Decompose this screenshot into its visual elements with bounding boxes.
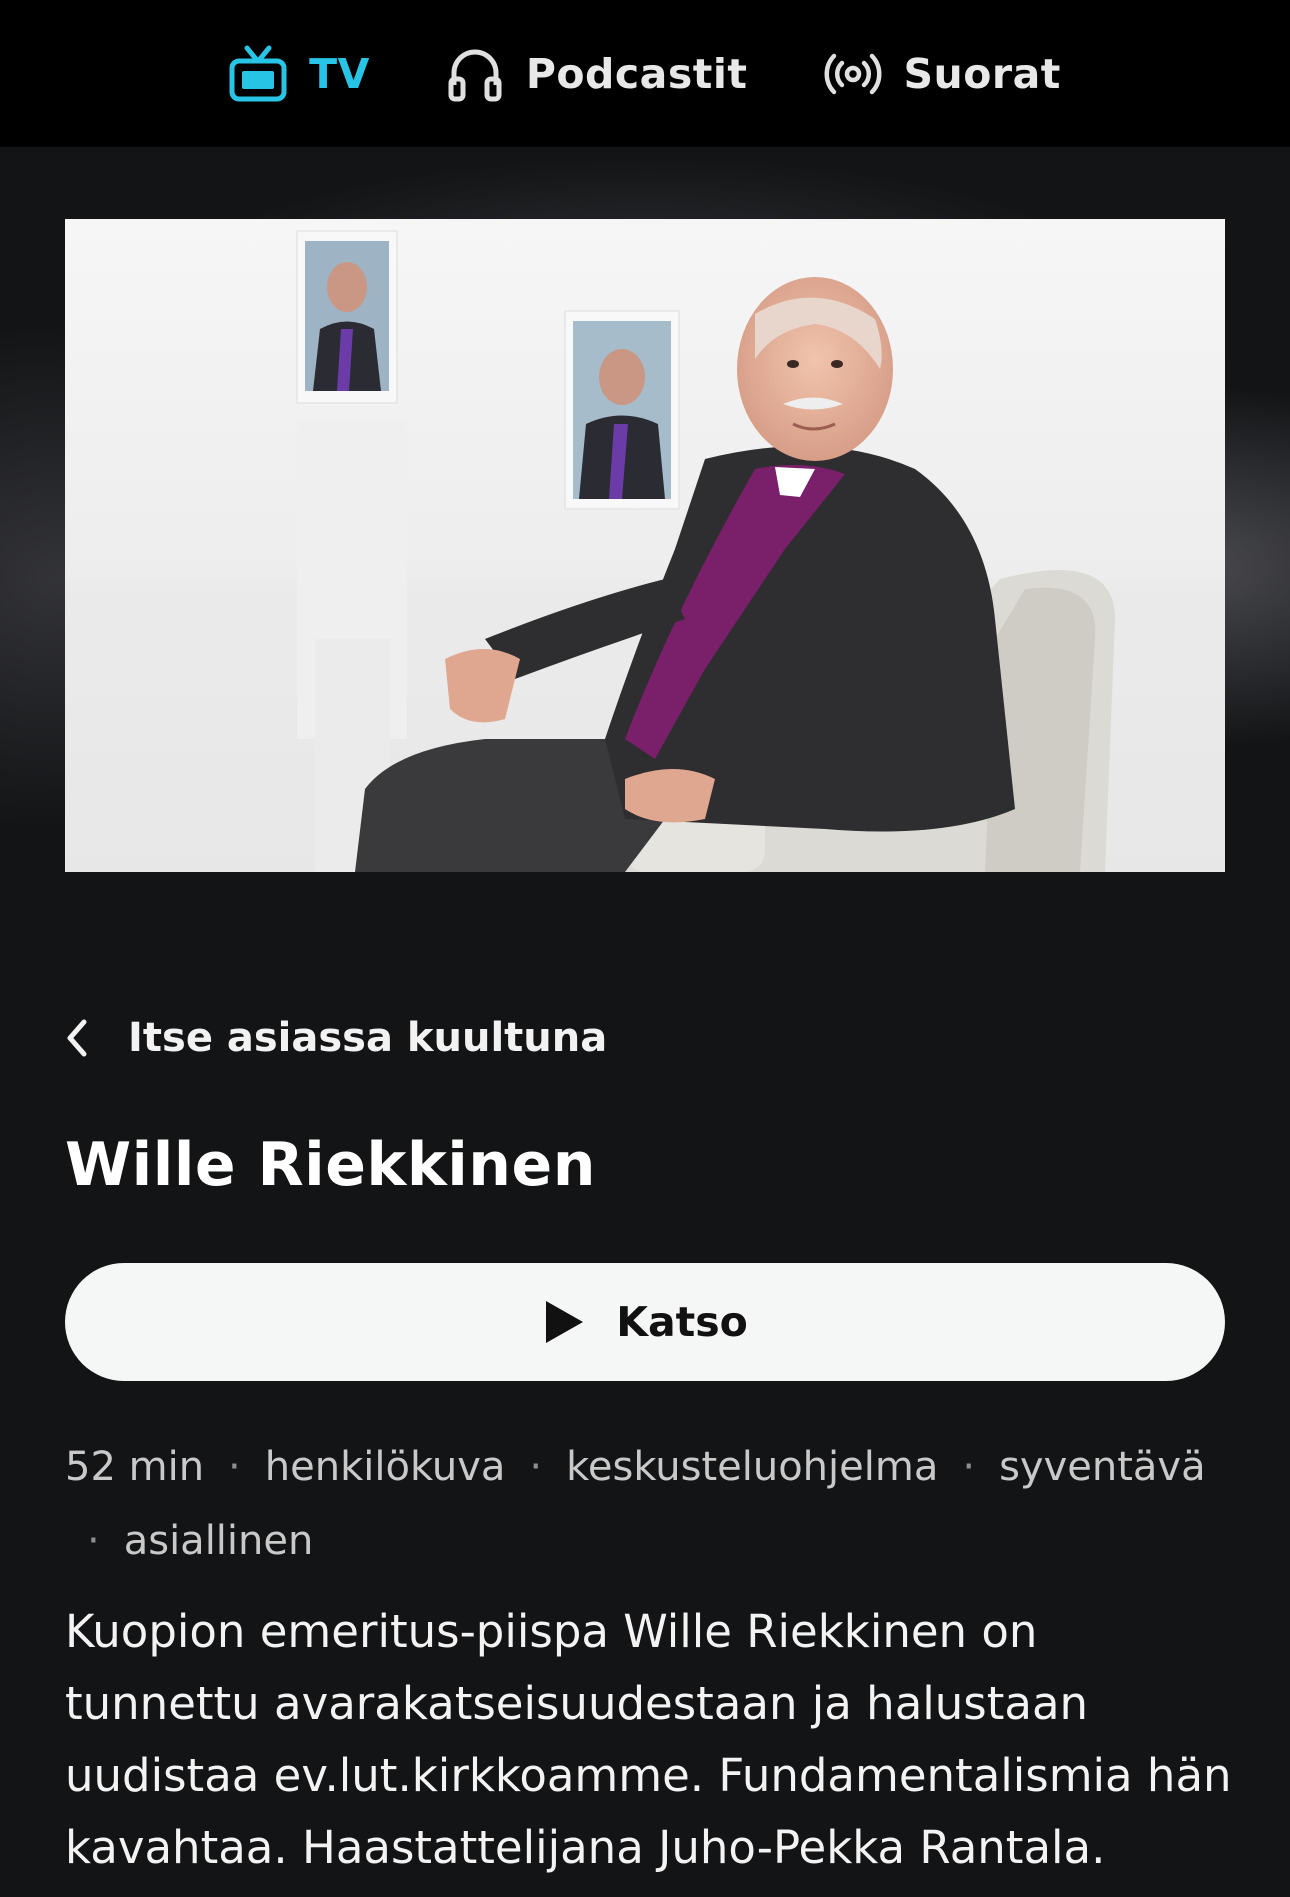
chevron-left-icon [67,1019,87,1057]
top-navigation: TV Podcastit Suorat [0,0,1290,147]
breadcrumb-series-link[interactable]: Itse asiassa kuultuna [58,1008,607,1068]
play-icon [546,1301,584,1343]
separator: · [529,1444,543,1490]
live-broadcast-icon [824,53,881,94]
genre-tag: syventävä [999,1444,1206,1490]
watch-button[interactable]: Katso [65,1263,1225,1381]
separator: · [962,1444,976,1490]
nav-tab-label: TV [309,49,370,98]
duration: 52 min [65,1444,205,1490]
episode-description: Kuopion emeritus-piispa Wille Riekkinen … [65,1605,1232,1874]
headphones-icon [448,49,502,101]
nav-tab-label: Suorat [903,49,1061,98]
nav-tab-podcastit[interactable]: Podcastit [446,45,748,103]
genre-tag: henkilökuva [264,1444,506,1490]
genre-tag: keskusteluohjelma [566,1444,939,1490]
nav-tab-suorat[interactable]: Suorat [824,45,1061,103]
nav-tab-tv[interactable]: TV [229,45,370,103]
breadcrumb-label: Itse asiassa kuultuna [128,1015,608,1061]
episode-metadata: 52 min · henkilökuva · keskusteluohjelma · syv… [65,1430,1235,1578]
separator: · [228,1444,241,1490]
nav-tab-label: Podcastit [525,49,748,98]
separator: · [87,1518,100,1564]
watch-button-label: Katso [616,1298,748,1346]
genre-tag: asiallinen [123,1518,314,1564]
episode-thumbnail[interactable] [65,219,1225,872]
page-title: Wille Riekkinen [65,1130,596,1200]
tv-icon [229,45,287,101]
